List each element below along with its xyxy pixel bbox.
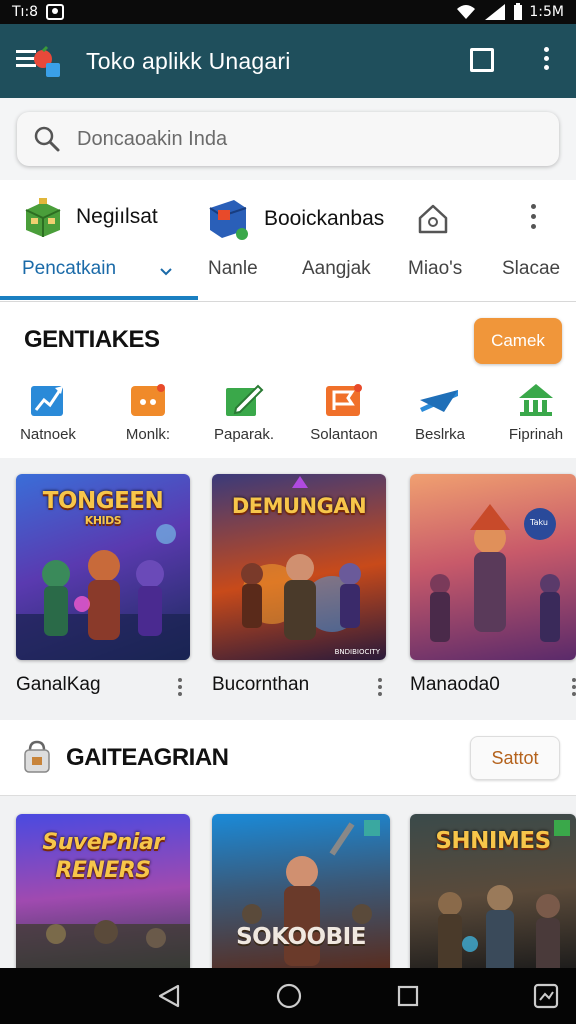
system-nav-bar: [0, 968, 576, 1024]
window-button[interactable]: [470, 48, 494, 72]
game-more-button[interactable]: [176, 678, 184, 698]
game-card[interactable]: DEMUNGAN BNDIBIOCITY Bucornthan: [212, 474, 386, 696]
app-chip-1[interactable]: Negiılsat: [22, 196, 158, 238]
game-art-title: SHNIMES: [435, 828, 551, 854]
green-bank-icon: [519, 384, 553, 416]
status-time-right: 1:5M: [529, 4, 564, 20]
game-card[interactable]: Taku Manaoda0: [410, 474, 576, 696]
top-strip: Negiılsat Booickanbas Pencatkain Nanle A…: [0, 180, 576, 302]
category-label: Beslrka: [414, 426, 466, 443]
menu-icon: [16, 45, 60, 77]
more-vert-icon: [538, 47, 554, 70]
search-bar[interactable]: [17, 112, 559, 166]
home-circle-icon[interactable]: [275, 982, 303, 1010]
game-more-button[interactable]: [570, 678, 576, 698]
chevron-down-icon[interactable]: [158, 264, 174, 280]
active-tab-indicator: [0, 296, 198, 300]
section-title: GAITEAGRIAN: [66, 744, 229, 771]
category-item[interactable]: Fiprinah: [488, 382, 576, 443]
game-art-badge: Taku: [530, 518, 548, 527]
tab-miaos[interactable]: Miao's: [408, 258, 462, 280]
game-row-1: TONGEEN KHIDS GanalKag DEMUNGAN BNDIBIOC…: [0, 458, 576, 720]
status-bar: Tı:8 1:5M: [0, 0, 576, 24]
game-artwork: SOKOOBIE: [212, 814, 390, 974]
app-chip-2[interactable]: Booickanbas: [206, 196, 384, 242]
game-name: GanalKag: [16, 674, 101, 695]
tab-pencatkain[interactable]: Pencatkain: [22, 258, 116, 280]
section-genres: GENTIAKES Camek Natnoek Monlk: Paparak. …: [0, 302, 576, 458]
category-label: Monlk:: [125, 426, 171, 443]
game-name: Bucornthan: [212, 674, 310, 695]
section-categories: GAITEAGRIAN Sattot: [0, 720, 576, 796]
category-item[interactable]: Beslrka: [392, 382, 488, 443]
category-item[interactable]: Natnoek: [0, 382, 96, 443]
game-art-title: SOKOOBIE: [236, 924, 366, 950]
game-art-title: TONGEEN: [42, 488, 164, 514]
orange-flag-icon: [326, 384, 362, 416]
category-item[interactable]: Solantaon: [296, 382, 392, 443]
app-bar: Toko aplikk Unagari: [0, 24, 576, 98]
game-name: Manaoda0: [410, 674, 500, 695]
app-chip-label: Booickanbas: [264, 207, 385, 230]
search-input[interactable]: [77, 127, 517, 151]
tab-aangjak[interactable]: Aangjak: [302, 258, 371, 280]
game-artwork: DEMUNGAN BNDIBIOCITY: [212, 474, 386, 660]
tab-bar: Pencatkain Nanle Aangjak Miao's Slacae: [0, 252, 576, 300]
search-area: [0, 98, 576, 180]
category-label: Solantaon: [310, 426, 378, 443]
category-label: Paparak.: [213, 426, 275, 443]
game-card[interactable]: SHNIMES: [410, 814, 576, 974]
game-art-subtitle: RENERS: [55, 858, 151, 883]
category-label: Fiprinah: [508, 426, 564, 443]
back-triangle-icon[interactable]: [156, 982, 184, 1010]
status-icons: 1:5M: [455, 3, 564, 21]
game-art-badge: BNDIBIOCITY: [334, 648, 380, 656]
tab-slacae[interactable]: Slacae: [502, 258, 560, 280]
section-action-button[interactable]: Camek: [474, 318, 562, 364]
more-vert-icon: [376, 678, 384, 696]
category-item[interactable]: Paparak.: [196, 382, 292, 443]
blue-chart-icon: [31, 386, 63, 416]
green-edit-icon: [226, 384, 264, 416]
green-box-app-icon: [25, 198, 61, 237]
camera-notification-icon: [46, 4, 65, 20]
overflow-menu-button[interactable]: [538, 44, 554, 78]
section-title: GENTIAKES: [24, 326, 160, 353]
game-card[interactable]: SuvePniar RENERS: [16, 814, 190, 974]
game-more-button[interactable]: [376, 678, 384, 698]
game-row-2: SuvePniar RENERS SOKOOBIE SHNIMES: [0, 796, 576, 974]
game-artwork: TONGEEN KHIDS: [16, 474, 190, 660]
game-card[interactable]: TONGEEN KHIDS GanalKag: [16, 474, 190, 696]
strip-more-button[interactable]: [526, 202, 540, 236]
status-time-left: Tı:8: [12, 4, 39, 20]
more-vert-icon: [526, 204, 540, 229]
game-art-title: DEMUNGAN: [231, 494, 367, 518]
menu-button[interactable]: [10, 35, 62, 87]
more-vert-icon: [176, 678, 184, 696]
signal-icon: [485, 4, 506, 20]
blue-box-app-icon: [209, 200, 248, 240]
game-art-title: SuvePniar: [42, 830, 164, 855]
search-icon: [34, 126, 60, 152]
home-outline-icon[interactable]: [416, 202, 450, 236]
bag-icon: [24, 740, 50, 773]
more-vert-icon: [570, 678, 576, 696]
app-chip-label: Negiılsat: [76, 205, 158, 228]
battery-icon: [514, 3, 523, 20]
game-art-subtitle: KHIDS: [84, 514, 122, 527]
orange-chat-icon: [131, 384, 165, 416]
game-artwork: SuvePniar RENERS: [16, 814, 190, 974]
game-artwork: SHNIMES: [410, 814, 576, 974]
game-card[interactable]: SOKOOBIE: [212, 814, 390, 974]
wifi-icon: [457, 5, 476, 19]
category-item[interactable]: Monlk:: [100, 382, 196, 443]
game-artwork: Taku: [410, 474, 576, 660]
category-label: Natnoek: [20, 426, 76, 443]
section-action-button[interactable]: Sattot: [470, 736, 560, 780]
app-title: Toko aplikk Unagari: [86, 47, 291, 74]
screenshot-icon[interactable]: [532, 982, 560, 1010]
tab-nanle[interactable]: Nanle: [208, 258, 258, 280]
blue-mail-icon: [420, 390, 458, 412]
recents-square-icon[interactable]: [394, 982, 422, 1010]
